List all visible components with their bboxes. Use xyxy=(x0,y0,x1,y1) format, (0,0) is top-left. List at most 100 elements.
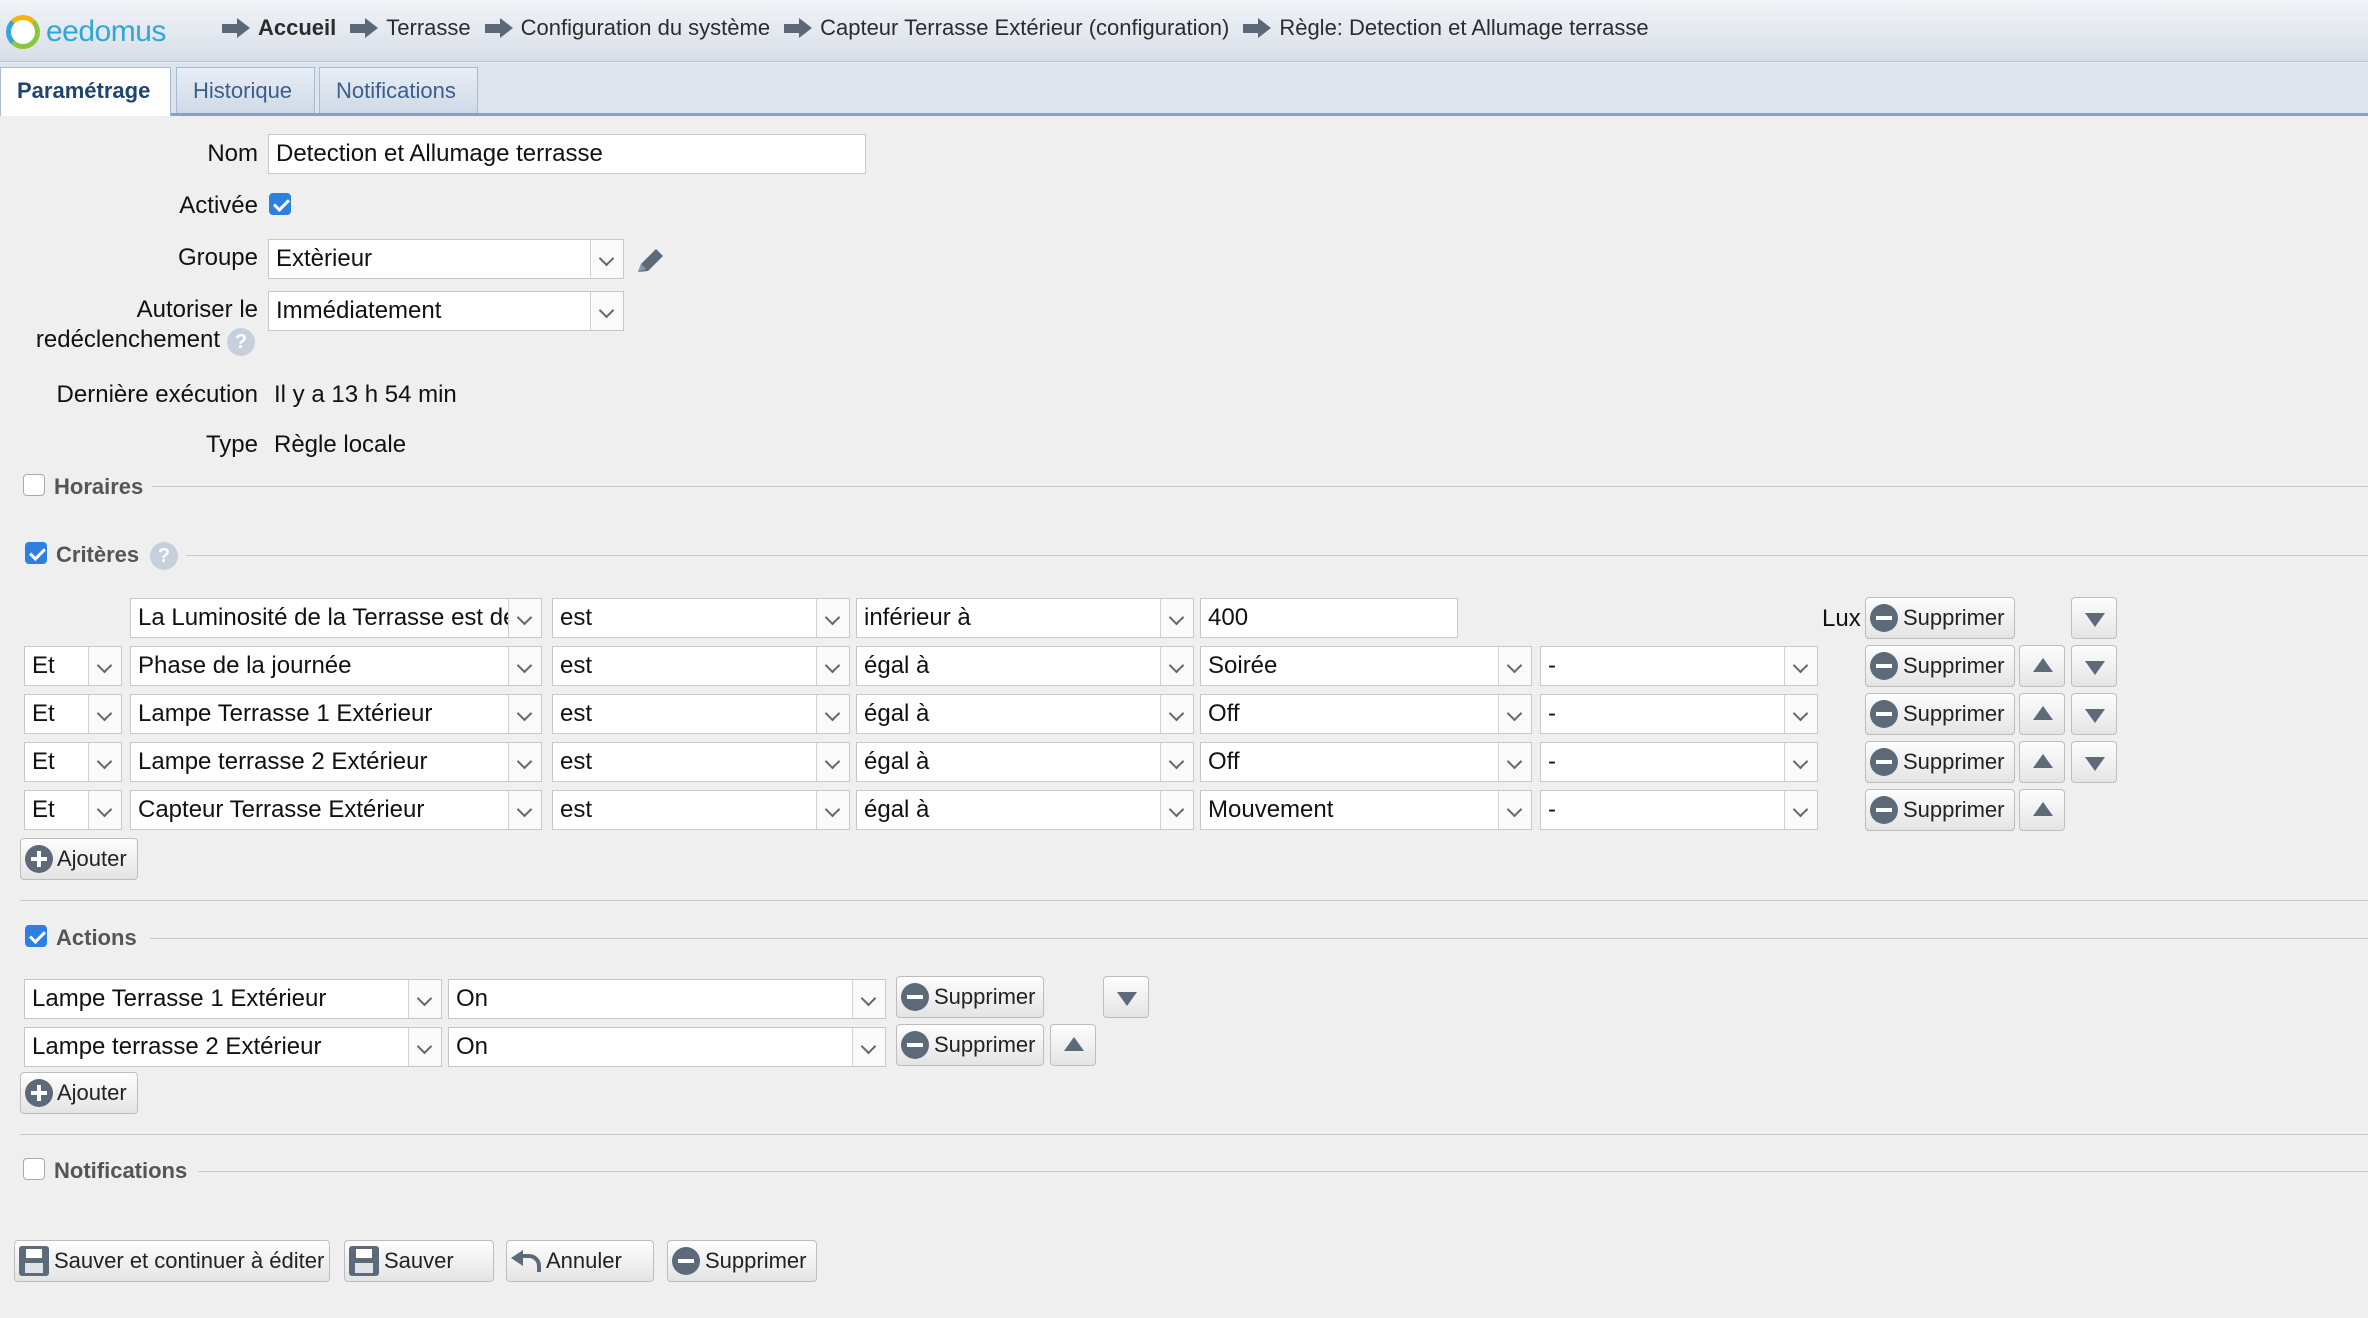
criteria-operator-select[interactable]: égal à xyxy=(856,790,1194,830)
criteria-conjunction-select[interactable]: Et xyxy=(24,646,122,686)
move-down-button[interactable] xyxy=(2071,645,2117,687)
eedomus-logo[interactable]: eedomus xyxy=(6,14,166,50)
action-value-select[interactable]: On xyxy=(448,1027,886,1067)
criteres-checkbox[interactable] xyxy=(25,542,47,564)
action-delete-button[interactable]: Supprimer xyxy=(896,976,1044,1018)
chevron-down-icon xyxy=(816,743,849,781)
criteria-value-select[interactable]: Off xyxy=(1200,694,1532,734)
chevron-down-icon xyxy=(508,695,541,733)
criteria-conjunction-select[interactable]: Et xyxy=(24,694,122,734)
criteria-delete-button[interactable]: Supprimer xyxy=(1865,597,2015,639)
criteria-operator-select[interactable]: inférieur à xyxy=(856,598,1194,638)
criteria-value-select[interactable]: Soirée xyxy=(1200,646,1532,686)
criteria-verb-select[interactable]: est xyxy=(552,646,850,686)
chevron-down-icon xyxy=(1160,647,1193,685)
criteria-verb-select[interactable]: est xyxy=(552,598,850,638)
action-device-select[interactable]: Lampe Terrasse 1 Extérieur xyxy=(24,979,442,1019)
criteria-verb-select[interactable]: est xyxy=(552,694,850,734)
arrow-right-icon xyxy=(350,17,380,39)
tab-notifications[interactable]: Notifications xyxy=(319,67,478,113)
edit-pencil-icon[interactable] xyxy=(632,244,668,280)
criteria-conjunction-select[interactable]: Et xyxy=(24,742,122,782)
action-device-select[interactable]: Lampe terrasse 2 Extérieur xyxy=(24,1027,442,1067)
criteria-extra-select[interactable]: - xyxy=(1540,790,1818,830)
chevron-down-icon xyxy=(88,743,121,781)
save-and-continue-button[interactable]: Sauver et continuer à éditer xyxy=(14,1240,330,1282)
minus-circle-icon xyxy=(1870,652,1898,680)
minus-circle-icon xyxy=(1870,604,1898,632)
activee-label: Activée xyxy=(179,192,258,219)
criteria-value-input[interactable]: 400 xyxy=(1200,598,1458,638)
criteria-add-button[interactable]: Ajouter xyxy=(20,838,138,880)
divider xyxy=(20,900,2368,901)
actions-checkbox[interactable] xyxy=(25,925,47,947)
activee-checkbox[interactable] xyxy=(269,193,291,215)
criteria-conjunction-select[interactable]: Et xyxy=(24,790,122,830)
move-down-button[interactable] xyxy=(2071,597,2117,639)
action-value-select[interactable]: On xyxy=(448,979,886,1019)
criteria-extra-select[interactable]: - xyxy=(1540,742,1818,782)
criteria-device-select[interactable]: Lampe terrasse 2 Extérieur xyxy=(130,742,542,782)
redeclenchement-select[interactable]: Immédiatement xyxy=(268,291,624,331)
move-up-button[interactable] xyxy=(2019,789,2065,831)
move-down-button[interactable] xyxy=(1103,976,1149,1018)
move-up-button[interactable] xyxy=(2019,693,2065,735)
criteria-delete-button[interactable]: Supprimer xyxy=(1865,789,2015,831)
criteria-verb-select[interactable]: est xyxy=(552,790,850,830)
save-button[interactable]: Sauver xyxy=(344,1240,494,1282)
divider xyxy=(198,1171,2368,1172)
actions-add-button[interactable]: Ajouter xyxy=(20,1072,138,1114)
tab-historique[interactable]: Historique xyxy=(176,67,315,113)
undo-icon xyxy=(511,1248,541,1274)
action-delete-button[interactable]: Supprimer xyxy=(896,1024,1044,1066)
breadcrumb-item-accueil[interactable]: Accueil xyxy=(222,15,336,41)
breadcrumb-item-capteur[interactable]: Capteur Terrasse Extérieur (configuratio… xyxy=(784,15,1229,41)
chevron-down-icon xyxy=(1160,599,1193,637)
criteria-unit: Lux xyxy=(1822,605,1861,632)
nom-input[interactable]: Detection et Allumage terrasse xyxy=(268,134,866,174)
arrow-right-icon xyxy=(1243,17,1273,39)
tab-bar: Paramétrage Historique Notifications xyxy=(0,63,2368,116)
move-up-button[interactable] xyxy=(1050,1024,1096,1066)
delete-button[interactable]: Supprimer xyxy=(667,1240,817,1282)
criteria-value-select[interactable]: Mouvement xyxy=(1200,790,1532,830)
cancel-button[interactable]: Annuler xyxy=(506,1240,654,1282)
groupe-select[interactable]: Extèrieur xyxy=(268,239,624,279)
move-up-button[interactable] xyxy=(2019,741,2065,783)
chevron-down-icon xyxy=(816,791,849,829)
horaires-title: Horaires xyxy=(54,474,144,499)
minus-circle-icon xyxy=(1870,748,1898,776)
breadcrumb-item-configuration[interactable]: Configuration du système xyxy=(484,15,770,41)
arrow-right-icon xyxy=(484,17,515,39)
chevron-down-icon xyxy=(88,647,121,685)
criteria-extra-select[interactable]: - xyxy=(1540,694,1818,734)
chevron-down-icon xyxy=(1160,743,1193,781)
criteria-operator-select[interactable]: égal à xyxy=(856,742,1194,782)
chevron-down-icon xyxy=(508,743,541,781)
criteria-delete-button[interactable]: Supprimer xyxy=(1865,741,2015,783)
criteria-operator-select[interactable]: égal à xyxy=(856,694,1194,734)
criteria-delete-button[interactable]: Supprimer xyxy=(1865,645,2015,687)
criteria-extra-select[interactable]: - xyxy=(1540,646,1818,686)
horaires-checkbox[interactable] xyxy=(23,474,45,496)
tab-parametrage[interactable]: Paramétrage xyxy=(0,67,171,116)
help-icon[interactable]: ? xyxy=(227,328,255,356)
criteria-operator-select[interactable]: égal à xyxy=(856,646,1194,686)
criteria-device-select[interactable]: La Luminosité de la Terrasse est de xyxy=(130,598,542,638)
breadcrumb-item-terrasse[interactable]: Terrasse xyxy=(350,15,471,41)
criteria-device-select[interactable]: Capteur Terrasse Extérieur xyxy=(130,790,542,830)
criteria-verb-select[interactable]: est xyxy=(552,742,850,782)
notifications-checkbox[interactable] xyxy=(23,1158,45,1180)
criteria-delete-button[interactable]: Supprimer xyxy=(1865,693,2015,735)
move-up-button[interactable] xyxy=(2019,645,2065,687)
help-icon[interactable]: ? xyxy=(150,542,178,570)
minus-circle-icon xyxy=(901,1031,929,1059)
chevron-down-icon xyxy=(408,980,441,1018)
move-down-button[interactable] xyxy=(2071,741,2117,783)
criteria-value-select[interactable]: Off xyxy=(1200,742,1532,782)
criteria-device-select[interactable]: Lampe Terrasse 1 Extérieur xyxy=(130,694,542,734)
move-down-button[interactable] xyxy=(2071,693,2117,735)
floppy-disk-icon xyxy=(349,1246,379,1276)
breadcrumb: Accueil Terrasse Configuration du systèm… xyxy=(222,15,1663,41)
criteria-device-select[interactable]: Phase de la journée xyxy=(130,646,542,686)
